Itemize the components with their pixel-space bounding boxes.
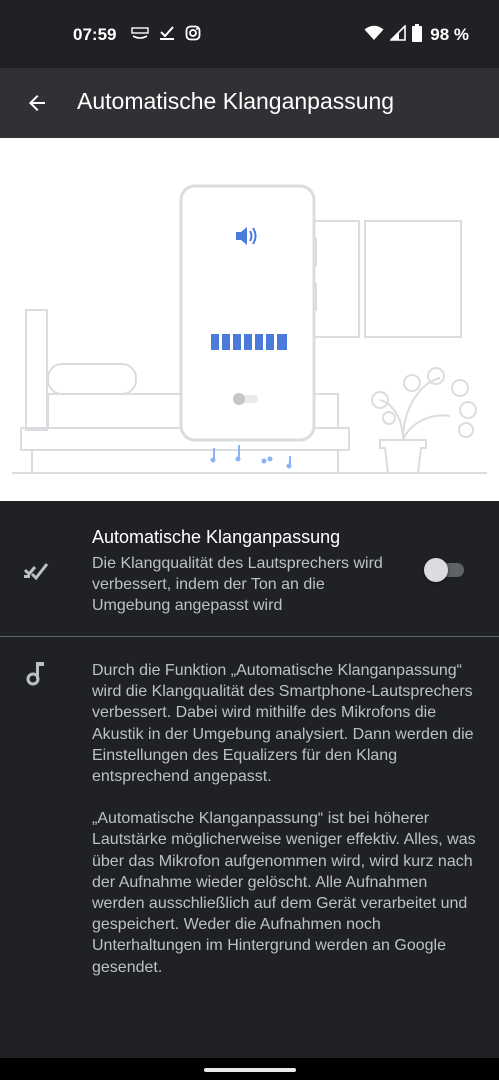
- task-check-icon: [159, 25, 175, 46]
- info-paragraph-1: Durch die Funktion „Automatische Klangan…: [92, 662, 474, 786]
- adaptive-sound-toggle[interactable]: [424, 558, 466, 582]
- page-title: Automatische Klanganpassung: [77, 88, 395, 114]
- cell-signal-icon: [389, 23, 407, 46]
- wifi-icon: [364, 25, 384, 46]
- arrow-back-icon: [29, 95, 45, 111]
- divider: [0, 636, 499, 637]
- setting-summary: Die Klangqualität des Lautsprechers wird…: [92, 555, 383, 614]
- info-paragraph-2: „Automatische Klanganpassung“ ist bei hö…: [92, 810, 476, 976]
- auto-tune-icon: [23, 563, 49, 581]
- music-note-icon: [26, 662, 44, 686]
- home-gesture-handle[interactable]: [204, 1068, 296, 1072]
- navigation-bar: [0, 1058, 499, 1080]
- amazon-icon: [131, 26, 149, 45]
- app-bar: Automatische Klanganpassung: [0, 68, 499, 138]
- battery-icon: [412, 23, 423, 47]
- status-bar: 07:59 98 %: [0, 0, 499, 68]
- info-description: Durch die Funktion „Automatische Klangan…: [92, 660, 484, 978]
- notification-icons: [131, 24, 201, 46]
- setting-title: Automatische Klanganpassung: [92, 527, 341, 547]
- adaptive-sound-illustration: [0, 138, 499, 501]
- back-button[interactable]: [14, 80, 60, 126]
- battery-percent: 98 %: [430, 25, 469, 44]
- system-icons: 98 %: [364, 23, 469, 47]
- status-time: 07:59: [73, 25, 117, 44]
- toggle-thumb: [424, 558, 448, 582]
- instagram-icon: [185, 25, 201, 46]
